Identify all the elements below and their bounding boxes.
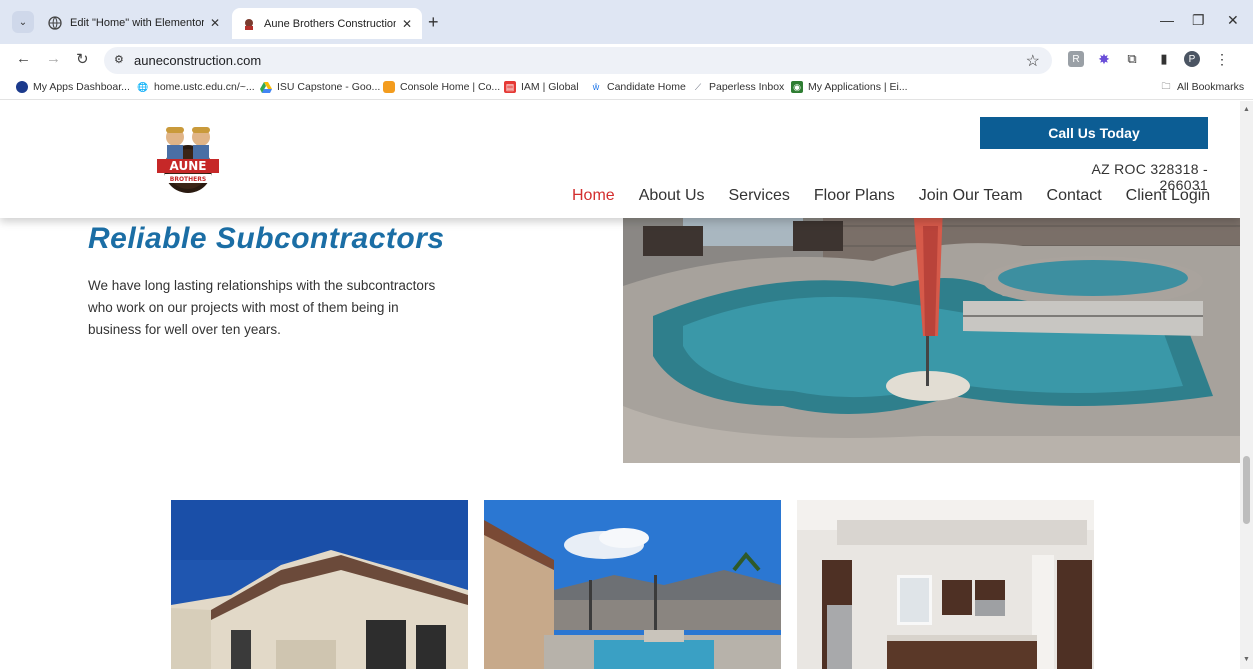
chevron-down-icon: ⌄ [18,16,28,28]
new-tab-button[interactable]: + [428,13,439,31]
site-info-icon[interactable]: ⚙ [114,53,124,66]
bookmark-item[interactable]: 🌐 home.ustc.edu.cn/~... [137,81,254,93]
scroll-down-icon[interactable]: ▼ [1243,656,1250,663]
side-panel-icon[interactable]: ▮ [1156,51,1172,67]
bookmark-item[interactable]: ISU Capstone - Goo... [260,81,380,93]
bookmark-item[interactable]: My Apps Dashboar... [16,81,130,93]
nav-home[interactable]: Home [572,187,615,205]
browser-toolbar: ← → ↻ ⚙ auneconstruction.com ☆ [0,44,1253,76]
main-nav: Home About Us Services Floor Plans Join … [560,187,1222,205]
bookmarks-bar: My Apps Dashboar... 🌐 home.ustc.edu.cn/~.… [0,76,1253,100]
folder-icon: 🗀 [1161,81,1171,91]
logo-text: AUNE [170,159,207,173]
bookmark-item[interactable]: ⟋ Paperless Inbox [692,81,784,93]
aune-brothers-logo[interactable]: AUNE BROTHERS [153,119,223,199]
tab-elementor[interactable]: Edit "Home" with Elementor ✕ [38,8,230,38]
tab-aune-brothers[interactable]: Aune Brothers Construction ✕ [232,8,422,39]
gallery-image-pool-backyard[interactable] [484,500,781,669]
close-window-icon[interactable]: ✕ [1227,12,1239,29]
section-body: We have long lasting relationships with … [88,278,436,337]
bookmark-item[interactable]: ŵ Candidate Home [590,81,686,93]
profile-avatar[interactable]: P [1184,51,1200,67]
menu-kebab-icon[interactable]: ⋮ [1214,51,1230,67]
nav-about-us[interactable]: About Us [639,187,705,205]
bookmark-item[interactable]: ◉ My Applications | Ei... [791,81,908,93]
scroll-up-icon[interactable]: ▲ [1243,106,1250,113]
gallery-image-kitchen[interactable] [797,500,1094,669]
nav-contact[interactable]: Contact [1047,187,1102,205]
tab-title: Edit "Home" with Elementor [70,17,204,29]
nav-join-our-team[interactable]: Join Our Team [919,187,1023,205]
close-tab-icon[interactable]: ✕ [402,17,412,31]
page-viewport: AUNE BROTHERS Call Us Today AZ ROC 32831… [0,101,1240,669]
back-icon[interactable]: ← [16,50,31,67]
globe-icon: 🌐 [137,81,149,92]
paperless-icon: ⟋ [694,81,702,92]
workday-icon: ŵ [592,82,600,92]
extension-icon[interactable]: R [1068,51,1084,67]
nav-floor-plans[interactable]: Floor Plans [814,187,895,205]
close-tab-icon[interactable]: ✕ [210,16,220,30]
tab-strip: ⌄ Edit "Home" with Elementor ✕ Aune Brot… [0,0,1253,44]
logo-subtext: BROTHERS [170,176,206,183]
extension-puzzle-color-icon[interactable]: ✸ [1096,51,1112,67]
page-scrollbar[interactable]: ▲ ▼ [1240,101,1253,669]
call-us-button[interactable]: Call Us Today [980,117,1208,149]
bookmark-item[interactable]: Console Home | Co... [383,81,500,93]
circle-icon [16,81,28,93]
nav-services[interactable]: Services [729,187,790,205]
google-drive-icon [260,81,272,93]
gallery-image-house-exterior[interactable] [171,500,468,669]
reload-icon[interactable]: ↻ [76,50,89,68]
iam-icon: ▤ [504,81,516,93]
restore-icon[interactable]: ❐ [1192,12,1205,29]
nav-client-login[interactable]: Client Login [1126,187,1211,205]
pool-photo [623,206,1240,463]
bookmark-item[interactable]: ▤ IAM | Global [504,81,579,93]
minimize-icon[interactable]: — [1160,12,1174,28]
site-header: AUNE BROTHERS Call Us Today AZ ROC 32831… [0,101,1240,218]
aws-cube-icon [383,81,395,93]
forward-icon[interactable]: → [46,50,61,67]
url-text: auneconstruction.com [134,53,262,68]
extensions-icon[interactable]: ⧉ [1124,51,1140,67]
tab-title: Aune Brothers Construction [264,17,396,30]
bookmark-star-icon[interactable]: ☆ [1026,51,1040,71]
globe-icon [48,16,62,30]
scrollbar-thumb[interactable] [1243,456,1250,524]
tab-search-button[interactable]: ⌄ [12,11,34,33]
aune-favicon-icon [242,17,256,31]
all-bookmarks[interactable]: 🗀 All Bookmarks [1160,81,1244,93]
address-bar[interactable]: ⚙ auneconstruction.com ☆ [104,47,1052,74]
section-title: Reliable Subcontractors [88,222,445,255]
deere-icon: ◉ [791,81,803,93]
